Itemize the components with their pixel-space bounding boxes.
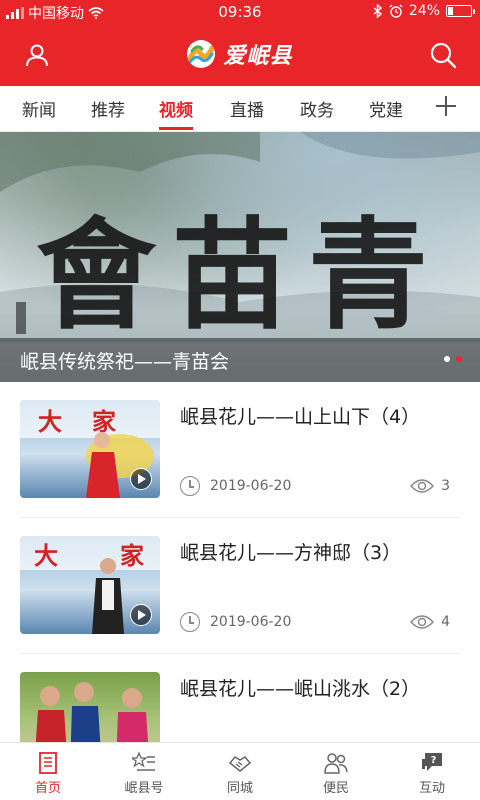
nav-label: 首页	[34, 781, 61, 796]
add-channel-icon[interactable]	[432, 92, 460, 120]
nav-minxian-account[interactable]: 岷县号	[96, 743, 192, 800]
svg-text:家: 家	[120, 542, 144, 570]
play-icon	[130, 604, 152, 626]
battery-percent: 24%	[408, 3, 440, 19]
chat-question-icon: ?	[422, 753, 442, 771]
video-title: 岷县花儿——岷山洮水（2）	[180, 678, 421, 700]
banner-title: 岷县传统祭祀——青苗会	[20, 351, 230, 373]
tab-recommend[interactable]: 推荐	[91, 96, 125, 121]
handshake-icon	[228, 756, 252, 772]
featured-banner[interactable]: 會苗青 岷县传统祭祀——青苗会	[0, 132, 480, 382]
nav-convenience[interactable]: 便民	[288, 743, 384, 800]
view-count: 3	[441, 478, 450, 494]
app-logo: 爱岷县	[0, 38, 480, 70]
nav-label: 便民	[322, 781, 349, 796]
battery-icon	[446, 5, 475, 17]
publish-date: 2019-06-20	[210, 478, 292, 494]
alarm-icon	[389, 4, 403, 18]
play-icon	[130, 468, 152, 490]
tab-video[interactable]: 视频	[159, 96, 193, 130]
tab-government[interactable]: 政务	[300, 96, 334, 121]
nav-home[interactable]: 首页	[0, 743, 96, 800]
eye-icon	[410, 479, 434, 493]
category-tabs: 新闻 推荐 视频 直播 政务 党建	[0, 86, 480, 132]
bluetooth-icon	[373, 4, 382, 18]
search-button[interactable]	[424, 36, 462, 74]
logo-mark-icon	[187, 40, 216, 68]
video-title: 岷县花儿——方神邸（3）	[180, 542, 402, 564]
people-icon	[324, 753, 348, 774]
nav-label: 同城	[226, 781, 253, 796]
app-header-bar: 中国移动 09:36 24% 爱岷县	[0, 0, 480, 86]
bottom-navigation: 首页 岷县号 同城 便民 ? 互动	[0, 742, 480, 800]
carousel-dot[interactable]	[444, 356, 450, 362]
carousel-dot-active[interactable]	[456, 356, 462, 362]
search-icon	[430, 42, 457, 69]
list-item[interactable]: 大 家 岷县花儿——山上山下（4） 2019-06-20 3	[20, 382, 460, 518]
tab-news[interactable]: 新闻	[22, 96, 56, 121]
nav-interaction[interactable]: ? 互动	[384, 743, 480, 800]
video-thumbnail: 大 家	[20, 536, 160, 634]
svg-text:大: 大	[38, 408, 62, 436]
tab-party[interactable]: 党建	[369, 96, 403, 121]
eye-icon	[410, 615, 434, 629]
clock-icon	[180, 476, 200, 496]
svg-text:家: 家	[92, 408, 116, 436]
view-count: 4	[441, 614, 450, 630]
nav-same-city[interactable]: 同城	[192, 743, 288, 800]
list-item[interactable]: 大 家 岷县花儿——方神邸（3） 2019-06-20 4	[20, 518, 460, 654]
banner-calligraphy: 會苗青	[36, 205, 444, 346]
publish-date: 2019-06-20	[210, 614, 292, 630]
logo-text: 爱岷县	[223, 43, 293, 69]
carousel-dots	[444, 356, 462, 362]
nav-label: 互动	[418, 781, 445, 796]
status-bar: 中国移动 09:36 24%	[0, 0, 480, 24]
star-list-icon	[132, 751, 155, 771]
home-icon	[39, 752, 57, 774]
svg-text:?: ?	[431, 755, 437, 766]
clock-icon	[180, 612, 200, 632]
video-thumbnail: 大 家	[20, 400, 160, 498]
svg-text:大: 大	[34, 542, 58, 570]
tab-live[interactable]: 直播	[230, 96, 264, 121]
video-title: 岷县花儿——山上山下（4）	[180, 406, 421, 428]
nav-label: 岷县号	[124, 781, 164, 796]
